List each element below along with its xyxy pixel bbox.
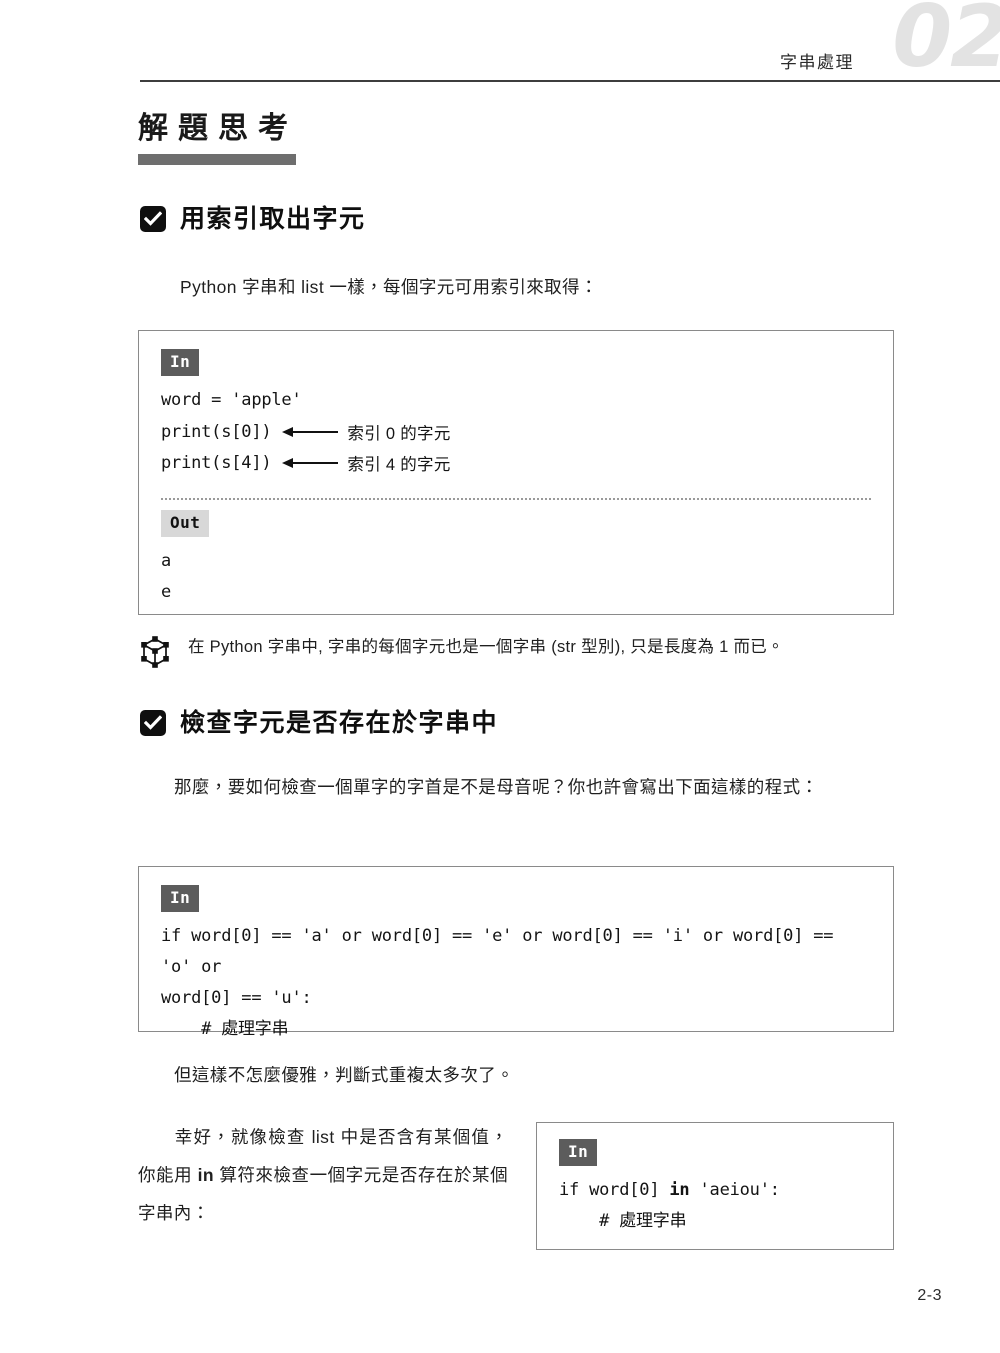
subsection-label: 用索引取出字元 — [180, 204, 366, 233]
page-header: 02 字串處理 — [0, 0, 1000, 92]
code-text-a: if word[0] — [559, 1180, 670, 1200]
checkbox-checked-icon — [140, 710, 166, 736]
note-callout: 在 Python 字串中, 字串的每個字元也是一個字串 (str 型別), 只是… — [138, 634, 898, 669]
in-badge-wrapper: In — [559, 1139, 871, 1166]
paragraph-intro: Python 字串和 list 一樣，每個字元可用索引來取得： — [180, 277, 598, 297]
in-badge-wrapper: In — [161, 885, 871, 912]
paragraph-not-elegant: 但這樣不怎麼優雅，判斷式重複太多次了。 — [138, 1056, 898, 1094]
in-badge: In — [161, 885, 200, 912]
code-text: print(s[0]) — [161, 421, 272, 442]
paragraph-text: 但這樣不怎麼優雅，判斷式重複太多次了。 — [174, 1065, 515, 1085]
out-badge-wrapper: Out — [161, 510, 871, 537]
chapter-number: 02 — [892, 0, 1000, 87]
code-line: word[0] == 'u': — [161, 988, 312, 1008]
output-line: e — [161, 582, 172, 602]
code-line: if word[0] in 'aeiou': — [559, 1175, 871, 1206]
subsection-heading-index: 用索引取出字元 — [140, 206, 366, 232]
paragraph-vowel-question: 那麼，要如何檢查一個單字的字首是不是母音呢？你也許會寫出下面這樣的程式： — [138, 768, 898, 806]
cube-wireframe-icon — [138, 635, 172, 669]
subsection-label: 檢查字元是否存在於字串中 — [180, 708, 499, 737]
section-heading: 解題思考 — [138, 112, 298, 165]
code-text-b: 'aeiou': — [689, 1180, 780, 1200]
out-badge: Out — [161, 510, 210, 537]
chapter-title: 字串處理 — [780, 53, 854, 72]
code-line-annotated: print(s[4]) 索引 4 的字元 — [161, 447, 871, 478]
code-keyword-in: in — [669, 1180, 690, 1200]
header-rule — [140, 80, 1000, 82]
code-line: # 處理字串 — [161, 1019, 289, 1039]
paragraph-in-operator: 幸好，就像檢查 list 中是否含有某個值，你能用 in 算符來檢查一個字元是否… — [138, 1118, 508, 1232]
code-block-index-demo: In word = 'apple' print(s[0]) 索引 0 的字元 p… — [138, 330, 894, 615]
code-text: print(s[4]) — [161, 452, 272, 473]
section-title: 解題思考 — [138, 112, 298, 145]
code-block-in-operator: In if word[0] in 'aeiou': # 處理字串 — [536, 1122, 894, 1250]
code-output-divider — [161, 498, 871, 500]
subsection-heading-membership: 檢查字元是否存在於字串中 — [140, 710, 498, 736]
annotation-label: 索引 0 的字元 — [347, 424, 451, 443]
left-arrow-icon — [282, 457, 339, 468]
left-arrow-icon — [282, 426, 339, 437]
page-number: 2-3 — [917, 1287, 942, 1304]
in-badge-wrapper: In — [161, 349, 871, 376]
code-block-long-if: In if word[0] == 'a' or word[0] == 'e' o… — [138, 866, 894, 1039]
code-line: word = 'apple' — [161, 390, 302, 410]
code-line: if word[0] == 'a' or word[0] == 'e' or w… — [161, 926, 844, 977]
checkbox-checked-icon — [140, 206, 166, 232]
note-text: 在 Python 字串中, 字串的每個字元也是一個字串 (str 型別), 只是… — [188, 638, 784, 656]
output-line: a — [161, 551, 172, 571]
in-badge: In — [559, 1139, 598, 1166]
code-line: # 處理字串 — [559, 1211, 687, 1231]
section-underline-bar — [138, 153, 296, 165]
inline-keyword-in: in — [197, 1165, 214, 1185]
paragraph-text: 那麼，要如何檢查一個單字的字首是不是母音呢？你也許會寫出下面這樣的程式： — [174, 777, 819, 797]
annotation-label: 索引 4 的字元 — [347, 455, 451, 474]
code-line-annotated: print(s[0]) 索引 0 的字元 — [161, 416, 871, 447]
in-badge: In — [161, 349, 200, 376]
